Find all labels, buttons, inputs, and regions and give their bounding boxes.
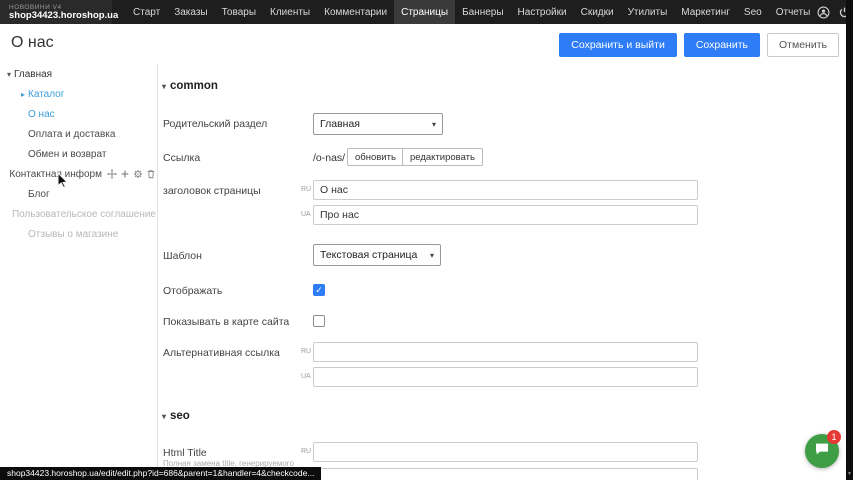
- section-common-title: common: [170, 80, 218, 92]
- header-actions: Сохранить и выйти Сохранить Отменить: [559, 33, 839, 57]
- cancel-button[interactable]: Отменить: [767, 33, 839, 57]
- section-seo-header[interactable]: ▾ seo: [162, 410, 190, 422]
- main-menu: Старт Заказы Товары Клиенты Комментарии …: [126, 0, 817, 24]
- settings-gear-icon[interactable]: [133, 169, 143, 179]
- delete-trash-icon[interactable]: [146, 169, 156, 179]
- menu-utilities[interactable]: Утилиты: [621, 0, 675, 24]
- sidebar-item-katalog[interactable]: ▸ Каталог: [0, 84, 156, 104]
- menu-orders[interactable]: Заказы: [167, 0, 214, 24]
- page-header: О нас Сохранить и выйти Сохранить Отмени…: [0, 24, 853, 64]
- template-value: Текстовая страница: [320, 249, 417, 261]
- section-seo-title: seo: [170, 410, 190, 422]
- page-title-ua-input[interactable]: [313, 205, 698, 225]
- page-title-label: заголовок страницы: [163, 185, 261, 197]
- sidebar-item-obmen[interactable]: Обмен и возврат: [0, 144, 156, 164]
- lang-ru-label: RU: [301, 186, 311, 193]
- sitemap-label: Показывать в карте сайта: [163, 316, 289, 328]
- sidebar-item-label: Пользовательское соглашение: [12, 209, 156, 220]
- tree-row-actions: [107, 169, 156, 179]
- sidebar-item-label: Контактная информ: [9, 169, 102, 180]
- sidebar-item-blog[interactable]: Блог: [0, 184, 156, 204]
- sidebar-item-kontaktnaya[interactable]: Контактная информ: [0, 164, 156, 184]
- lang-ua-label: UA: [301, 211, 311, 218]
- sidebar-item-glavnaya[interactable]: ▾ Главная: [0, 64, 156, 84]
- scrollbar-down-arrow-icon[interactable]: ▼: [847, 471, 852, 477]
- template-label: Шаблон: [163, 250, 202, 262]
- top-navigation-bar: НОВОВИНИ V4 shop34423.horoshop.ua Старт …: [0, 0, 853, 24]
- link-label: Ссылка: [163, 152, 200, 164]
- page-title-ru-input[interactable]: [313, 180, 698, 200]
- menu-pages[interactable]: Страницы: [394, 0, 455, 24]
- user-account-icon[interactable]: [817, 6, 830, 19]
- sidebar-item-oplata[interactable]: Оплата и доставка: [0, 124, 156, 144]
- lang-ru-label: RU: [301, 348, 311, 355]
- expand-caret-icon[interactable]: ▸: [18, 90, 28, 99]
- collapse-caret-icon[interactable]: ▾: [4, 70, 14, 79]
- parent-section-select[interactable]: Главная ▾: [313, 113, 443, 135]
- save-button[interactable]: Сохранить: [684, 33, 760, 57]
- sidebar-item-label: Блог: [28, 189, 50, 200]
- select-caret-icon: ▾: [422, 120, 436, 129]
- menu-settings[interactable]: Настройки: [511, 0, 574, 24]
- sidebar-item-label: Отзывы о магазине: [28, 229, 118, 240]
- display-label: Отображать: [163, 285, 222, 297]
- sidebar-item-label: Каталог: [28, 89, 64, 100]
- select-caret-icon: ▾: [420, 251, 434, 260]
- add-page-icon[interactable]: [120, 169, 130, 179]
- sidebar-item-label: Главная: [14, 69, 52, 80]
- lang-ru-label: RU: [301, 448, 311, 455]
- vertical-scrollbar[interactable]: ▼: [846, 0, 853, 480]
- menu-marketing[interactable]: Маркетинг: [674, 0, 737, 24]
- html-title-ru-input[interactable]: [313, 442, 698, 462]
- menu-comments[interactable]: Комментарии: [317, 0, 394, 24]
- chat-widget-button[interactable]: 1: [805, 434, 839, 468]
- sidebar-item-label: Оплата и доставка: [28, 129, 115, 140]
- link-value: /o-nas/: [313, 152, 345, 164]
- sidebar-item-o-nas-selected[interactable]: О нас: [0, 104, 156, 124]
- parent-section-label: Родительский раздел: [163, 118, 267, 130]
- menu-reports[interactable]: Отчеты: [769, 0, 818, 24]
- html-title-ua-input[interactable]: [313, 468, 698, 480]
- sidebar-item-otzyvy[interactable]: Отзывы о магазине: [0, 224, 156, 244]
- brand-logo[interactable]: НОВОВИНИ V4 shop34423.horoshop.ua: [0, 0, 112, 24]
- link-edit-button[interactable]: редактировать: [402, 148, 483, 166]
- alt-link-label: Альтернативная ссылка: [163, 347, 280, 359]
- menu-products[interactable]: Товары: [215, 0, 263, 24]
- section-collapse-icon: ▾: [162, 412, 166, 421]
- chat-bubble-icon: [814, 441, 830, 462]
- alt-link-ru-input[interactable]: [313, 342, 698, 362]
- parent-section-value: Главная: [320, 118, 360, 130]
- lang-ua-label: UA: [301, 373, 311, 380]
- menu-clients[interactable]: Клиенты: [263, 0, 317, 24]
- pages-tree-sidebar: ▾ Главная ▸ Каталог О нас Оплата и доста…: [0, 64, 156, 244]
- chat-unread-badge: 1: [827, 430, 841, 444]
- page-edit-form: ▾ common Родительский раздел Главная ▾ Сс…: [158, 64, 845, 480]
- sitemap-checkbox[interactable]: [313, 315, 325, 327]
- move-icon[interactable]: [107, 169, 117, 179]
- sidebar-item-label: Обмен и возврат: [28, 149, 106, 160]
- html-title-label: Html Title: [163, 447, 207, 459]
- section-collapse-icon: ▾: [162, 82, 166, 91]
- brand-shop-name: shop34423.horoshop.ua: [9, 11, 104, 21]
- section-common-header[interactable]: ▾ common: [162, 80, 218, 92]
- sidebar-item-label: О нас: [28, 109, 55, 120]
- link-refresh-button[interactable]: обновить: [347, 148, 404, 166]
- sidebar-item-soglashenie[interactable]: Пользовательское соглашение: [0, 204, 156, 224]
- menu-banners[interactable]: Баннеры: [455, 0, 510, 24]
- save-and-exit-button[interactable]: Сохранить и выйти: [559, 33, 677, 57]
- display-checkbox[interactable]: ✓: [313, 284, 325, 296]
- menu-seo[interactable]: Seo: [737, 0, 769, 24]
- alt-link-ua-input[interactable]: [313, 367, 698, 387]
- template-select[interactable]: Текстовая страница ▾: [313, 244, 441, 266]
- browser-status-url: shop34423.horoshop.ua/edit/edit.php?id=6…: [0, 467, 321, 480]
- menu-discounts[interactable]: Скидки: [574, 0, 621, 24]
- menu-start[interactable]: Старт: [126, 0, 167, 24]
- page-title: О нас: [11, 34, 54, 52]
